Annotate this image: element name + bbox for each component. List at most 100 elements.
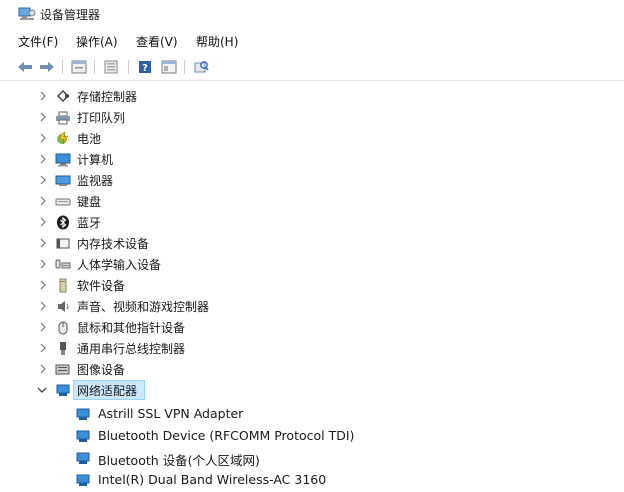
menu-file[interactable]: 文件(F) bbox=[18, 33, 58, 50]
update-driver-button[interactable] bbox=[102, 58, 120, 76]
view-button[interactable] bbox=[160, 58, 178, 76]
chevron-right-icon[interactable] bbox=[38, 216, 48, 228]
properties-button[interactable] bbox=[70, 58, 88, 76]
tree-item-adapter[interactable]: Astrill SSL VPN Adapter bbox=[0, 404, 624, 425]
hid-icon bbox=[55, 259, 71, 269]
scan-hardware-button[interactable] bbox=[192, 58, 210, 76]
scan-hardware-icon bbox=[194, 61, 209, 73]
tree-item-label: 鼠标和其他指针设备 bbox=[77, 321, 186, 335]
chevron-right-icon[interactable] bbox=[38, 132, 48, 144]
tree-item-label: Bluetooth 设备(个人区域网) bbox=[98, 453, 260, 468]
tree-item-label: 网络适配器 bbox=[77, 384, 138, 398]
toolbar-separator bbox=[128, 60, 129, 74]
tree-item-label: 通用串行总线控制器 bbox=[77, 342, 186, 356]
back-button[interactable] bbox=[16, 58, 34, 76]
network-adapter-icon bbox=[76, 452, 90, 464]
menu-view[interactable]: 查看(V) bbox=[136, 33, 178, 50]
tree-item-label: 键盘 bbox=[77, 195, 102, 209]
chevron-right-icon[interactable] bbox=[38, 321, 48, 333]
storage-icon bbox=[56, 89, 70, 103]
toolbar-separator bbox=[62, 60, 63, 74]
monitor-icon bbox=[55, 175, 71, 186]
network-adapter-icon bbox=[56, 384, 70, 396]
computer-icon bbox=[55, 153, 71, 167]
speaker-icon bbox=[58, 301, 69, 312]
tree-item-label: 声音、视频和游戏控制器 bbox=[77, 300, 210, 314]
back-icon bbox=[18, 62, 32, 72]
chevron-right-icon[interactable] bbox=[38, 90, 48, 102]
help-button[interactable]: ? bbox=[136, 58, 154, 76]
printer-icon bbox=[56, 111, 70, 125]
toolbar-separator bbox=[184, 60, 185, 74]
tree-item-keyboards[interactable]: 键盘 bbox=[0, 191, 624, 212]
tree-item-monitors[interactable]: 监视器 bbox=[0, 170, 624, 191]
forward-button[interactable] bbox=[38, 58, 56, 76]
battery-icon bbox=[57, 131, 69, 145]
tree-item-label: 软件设备 bbox=[77, 279, 126, 293]
chevron-right-icon[interactable] bbox=[38, 174, 48, 186]
memory-icon bbox=[56, 238, 70, 249]
bluetooth-icon bbox=[57, 215, 69, 230]
tree-item-memory-technology-devices[interactable]: 内存技术设备 bbox=[0, 233, 624, 254]
forward-icon bbox=[40, 62, 54, 72]
chevron-right-icon[interactable] bbox=[38, 237, 48, 249]
tree-item-label: Bluetooth Device (RFCOMM Protocol TDI) bbox=[98, 428, 355, 443]
network-adapter-icon bbox=[76, 430, 90, 442]
view-icon bbox=[161, 60, 177, 74]
usb-icon bbox=[60, 342, 66, 355]
update-driver-icon bbox=[104, 60, 118, 74]
tree-item-usb-controllers[interactable]: 通用串行总线控制器 bbox=[0, 338, 624, 359]
tree-item-software-devices[interactable]: 软件设备 bbox=[0, 275, 624, 296]
network-adapter-icon bbox=[76, 408, 90, 420]
chevron-down-icon[interactable] bbox=[36, 384, 48, 396]
chevron-right-icon[interactable] bbox=[38, 153, 48, 165]
mouse-icon bbox=[58, 321, 68, 335]
tree-item-label: 电池 bbox=[77, 132, 102, 146]
menu-action[interactable]: 操作(A) bbox=[76, 33, 118, 50]
tree-item-label: 内存技术设备 bbox=[77, 237, 150, 251]
tree-item-network-adapters[interactable]: 网络适配器 bbox=[0, 380, 624, 401]
tree-item-batteries[interactable]: 电池 bbox=[0, 128, 624, 149]
tree-item-label: 计算机 bbox=[77, 153, 114, 167]
tree-item-adapter[interactable]: Bluetooth 设备(个人区域网) bbox=[0, 448, 624, 469]
menu-help[interactable]: 帮助(H) bbox=[196, 33, 238, 50]
tree-item-storage-controllers[interactable]: 存储控制器 bbox=[0, 86, 624, 107]
chevron-right-icon[interactable] bbox=[38, 258, 48, 270]
chevron-right-icon[interactable] bbox=[38, 111, 48, 123]
keyboard-icon bbox=[55, 198, 71, 206]
tree-item-bluetooth[interactable]: 蓝牙 bbox=[0, 212, 624, 233]
tree-item-label: Astrill SSL VPN Adapter bbox=[98, 406, 244, 421]
tree-item-mice-pointing-devices[interactable]: 鼠标和其他指针设备 bbox=[0, 317, 624, 338]
network-adapter-icon bbox=[76, 474, 90, 486]
software-icon bbox=[59, 278, 67, 293]
tree-item-label: 蓝牙 bbox=[77, 216, 102, 230]
menu-bar: 文件(F) 操作(A) 查看(V) 帮助(H) bbox=[0, 30, 624, 52]
tree-item-label: 人体学输入设备 bbox=[77, 258, 162, 272]
window-title: 设备管理器 bbox=[40, 8, 101, 22]
tree-item-sound-video-game-controllers[interactable]: 声音、视频和游戏控制器 bbox=[0, 296, 624, 317]
svg-text:?: ? bbox=[142, 63, 148, 74]
chevron-right-icon[interactable] bbox=[38, 195, 48, 207]
tree-item-label: 打印队列 bbox=[77, 111, 126, 125]
tree-item-human-interface-devices[interactable]: 人体学输入设备 bbox=[0, 254, 624, 275]
chevron-right-icon[interactable] bbox=[38, 300, 48, 312]
tree-item-print-queues[interactable]: 打印队列 bbox=[0, 107, 624, 128]
toolbar: ? bbox=[0, 54, 624, 81]
tree-item-adapter[interactable]: Bluetooth Device (RFCOMM Protocol TDI) bbox=[0, 426, 624, 447]
tree-item-adapter[interactable]: Intel(R) Dual Band Wireless-AC 3160 bbox=[0, 470, 624, 491]
chevron-right-icon[interactable] bbox=[38, 363, 48, 375]
chevron-right-icon[interactable] bbox=[38, 279, 48, 291]
tree-item-label: Intel(R) Dual Band Wireless-AC 3160 bbox=[98, 472, 327, 487]
help-icon: ? bbox=[139, 61, 151, 74]
tree-item-imaging-devices[interactable]: 图像设备 bbox=[0, 359, 624, 380]
device-manager-icon bbox=[18, 7, 36, 20]
chevron-right-icon[interactable] bbox=[38, 342, 48, 354]
tree-item-label: 监视器 bbox=[77, 174, 114, 188]
tree-item-computer[interactable]: 计算机 bbox=[0, 149, 624, 170]
camera-icon bbox=[55, 364, 70, 375]
properties-icon bbox=[71, 60, 87, 74]
title-bar: 设备管理器 bbox=[0, 0, 624, 28]
toolbar-separator bbox=[94, 60, 95, 74]
tree-item-label: 图像设备 bbox=[77, 363, 126, 377]
tree-item-label: 存储控制器 bbox=[77, 90, 138, 104]
